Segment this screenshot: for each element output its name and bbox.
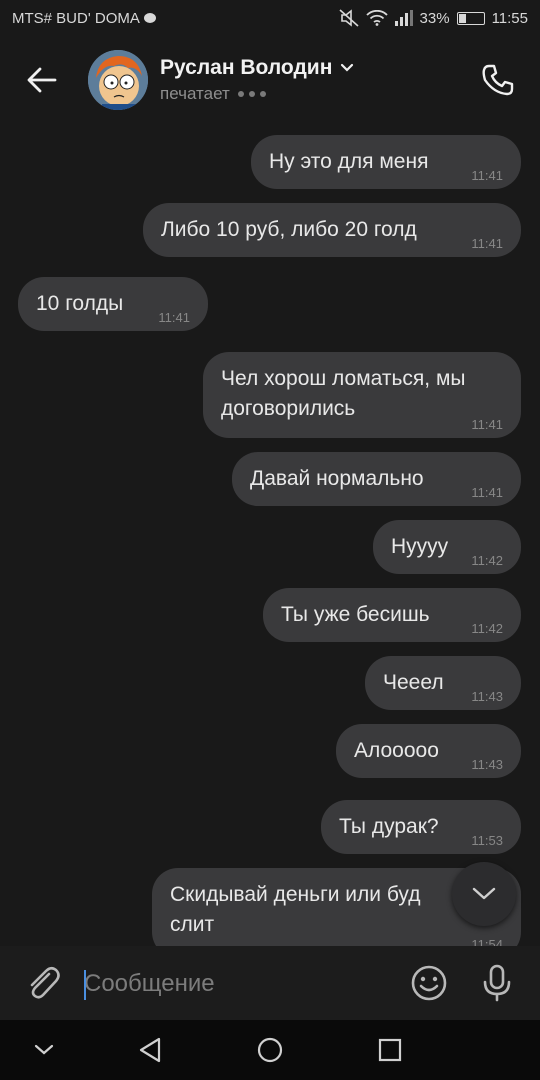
- message-input[interactable]: Сообщение: [84, 964, 384, 1004]
- message-time: 11:42: [471, 621, 503, 636]
- message-list[interactable]: Ну это для меня 11:41 Либо 10 руб, либо …: [0, 124, 540, 946]
- avatar-image: [88, 50, 148, 110]
- voice-message-button[interactable]: [474, 960, 520, 1006]
- chevron-down-icon: [472, 887, 496, 900]
- message-bubble-2[interactable]: Либо 10 руб, либо 20 голд 11:41: [143, 203, 521, 257]
- message-bubble-1[interactable]: Ну это для меня 11:41: [251, 135, 521, 189]
- phone-icon: [482, 64, 514, 96]
- battery-icon: [456, 11, 485, 25]
- nav-home-button[interactable]: [250, 1030, 290, 1070]
- chat-notification-icon: [143, 13, 156, 23]
- battery-percent: 33%: [419, 9, 450, 27]
- clock: 11:55: [491, 9, 528, 27]
- arrow-left-icon: [27, 67, 57, 93]
- smiley-icon: [411, 965, 447, 1001]
- microphone-icon: [483, 964, 511, 1002]
- message-time: 11:43: [471, 689, 503, 704]
- message-time: 11:41: [471, 485, 503, 500]
- signal-icon: [394, 10, 413, 26]
- nav-back-button[interactable]: [130, 1030, 170, 1070]
- message-text: Ну это для меня: [269, 150, 429, 173]
- message-text: Скидывай деньги или буд слит: [170, 883, 421, 936]
- message-bubble-6[interactable]: Нуууу 11:42: [373, 520, 521, 574]
- message-bubble-9[interactable]: Алооооо 11:43: [336, 724, 521, 778]
- message-text: Ты уже бесишь: [281, 603, 430, 626]
- message-text: Давай нормально: [250, 467, 424, 490]
- contact-info[interactable]: Руслан Володин печатает: [160, 56, 354, 104]
- back-button[interactable]: [14, 52, 70, 108]
- nav-hide-button[interactable]: [24, 1030, 64, 1070]
- nav-recents-button[interactable]: [370, 1030, 410, 1070]
- system-navigation-bar: [0, 1020, 540, 1080]
- message-time: 11:43: [471, 757, 503, 772]
- message-text: Либо 10 руб, либо 20 голд: [161, 218, 417, 241]
- emoji-button[interactable]: [406, 960, 452, 1006]
- text-caret: [84, 970, 86, 1000]
- message-time: 11:54: [471, 937, 503, 947]
- status-bar: MTS# BUD' DOMA 33% 11:55: [0, 0, 540, 36]
- scroll-to-bottom-button[interactable]: [452, 862, 516, 926]
- square-recents-icon: [378, 1038, 402, 1062]
- message-bubble-10[interactable]: Ты дурак? 11:53: [321, 800, 521, 854]
- triangle-back-icon: [139, 1037, 161, 1063]
- message-composer: Сообщение: [0, 946, 540, 1020]
- chevron-down-icon: [34, 1044, 54, 1055]
- typing-status: печатает: [160, 84, 230, 103]
- paperclip-icon: [30, 966, 60, 999]
- message-time: 11:53: [471, 833, 503, 848]
- contact-name: Руслан Володин: [160, 56, 333, 79]
- message-text: Чел хорош ломаться, мы договорились: [221, 367, 466, 420]
- typing-dots-icon: [237, 91, 266, 97]
- wifi-icon: [365, 10, 388, 26]
- message-bubble-8[interactable]: Чееел 11:43: [365, 656, 521, 710]
- call-button[interactable]: [470, 52, 526, 108]
- message-time: 11:41: [471, 417, 503, 432]
- message-bubble-7[interactable]: Ты уже бесишь 11:42: [263, 588, 521, 642]
- message-time: 11:41: [471, 168, 503, 183]
- attach-button[interactable]: [20, 960, 66, 1006]
- message-input-placeholder: Сообщение: [84, 970, 215, 997]
- carrier-label: MTS# BUD' DOMA: [12, 9, 140, 27]
- message-time: 11:41: [471, 236, 503, 251]
- message-time: 11:41: [158, 310, 190, 325]
- avatar[interactable]: [88, 50, 148, 110]
- message-time: 11:42: [471, 553, 503, 568]
- message-bubble-5[interactable]: Давай нормально 11:41: [232, 452, 521, 506]
- mute-icon: [338, 9, 359, 27]
- chevron-down-icon: [341, 63, 354, 72]
- message-bubble-4[interactable]: Чел хорош ломаться, мы договорились 11:4…: [203, 352, 521, 438]
- message-bubble-3[interactable]: 10 голды 11:41: [18, 277, 208, 331]
- circle-home-icon: [257, 1037, 283, 1063]
- chat-header: Руслан Володин печатает: [0, 36, 540, 124]
